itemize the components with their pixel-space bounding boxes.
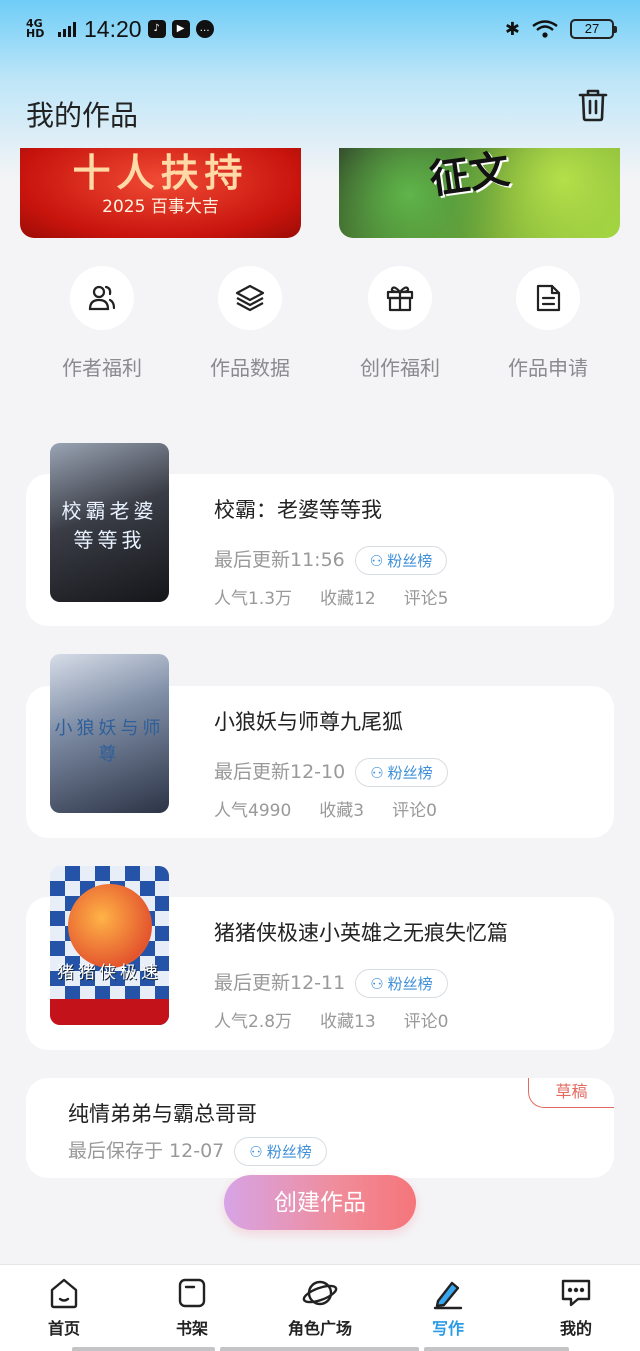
nav-label: 角色广场 [287,1319,352,1338]
work-updated-text: 最后更新12-11 [214,972,346,994]
bottom-navigation: 首页 书架 角色广场 写作 我的 [0,1264,640,1351]
layers-icon [218,266,282,330]
gesture-bar [220,1347,419,1351]
draft-tag: 草稿 [528,1078,614,1108]
nav-label: 写作 [431,1319,464,1338]
work-stats: 人气1.3万 收藏12 评论5 [214,584,477,609]
nav-item-bookshelf[interactable]: 书架 [128,1275,256,1339]
favorites: 收藏12 [320,589,376,609]
page-title: 我的作品 [26,99,139,132]
user-icon: ⚇ [370,763,384,782]
popularity: 人气1.3万 [214,589,293,609]
fan-rank-label: 粉丝榜 [387,764,433,782]
work-cover[interactable]: 小狼妖与师尊 [50,654,169,813]
chat-app-icon: … [195,20,214,38]
nav-item-character-square[interactable]: 角色广场 [256,1275,384,1339]
work-updated: 最后更新11:56 ⚇ 粉丝榜 [214,545,448,575]
fan-rank-button[interactable]: ⚇ 粉丝榜 [354,546,448,575]
quick-entry-work-data[interactable]: 作品数据 [190,266,310,381]
quick-entry-label: 创作福利 [360,356,440,380]
nav-label: 我的 [559,1319,592,1338]
nav-item-mine[interactable]: 我的 [512,1275,640,1339]
draft-card[interactable]: 草稿 纯情弟弟与霸总哥哥 最后保存于 12-07 ⚇ 粉丝榜 [26,1078,614,1178]
fan-rank-label: 粉丝榜 [387,552,433,570]
draft-title: 纯情弟弟与霸总哥哥 [68,1102,257,1126]
battery-icon: 27 [570,19,617,39]
quick-entry-label: 作品申请 [508,356,588,380]
document-icon [516,266,580,330]
banner-contest[interactable]: 征文 [339,148,620,238]
message-icon [558,1275,594,1311]
bluetooth-icon: ✱ [504,18,520,40]
planet-icon [302,1275,338,1311]
nav-label: 书架 [175,1319,208,1338]
popularity: 人气4990 [214,801,292,821]
cover-text: 猪猪侠极速 [57,963,162,983]
write-icon [430,1275,466,1311]
user-icon: ⚇ [249,1142,263,1161]
home-icon [46,1275,82,1311]
banner-carousel[interactable]: 十人扶持 2025 百事大吉 征文 [0,148,640,240]
nav-item-write[interactable]: 写作 [384,1275,512,1339]
fan-rank-button[interactable]: ⚇ 粉丝榜 [355,758,448,787]
draft-saved-text: 最后保存于 12-07 [68,1140,225,1162]
network-indicator: 4G HD [26,17,45,40]
quick-entry-label: 作品数据 [210,356,290,380]
cover-bottom-strip [50,999,169,1025]
quick-entry-author-benefits[interactable]: 作者福利 [42,266,162,381]
users-icon [70,266,134,330]
favorites: 收藏13 [320,1012,376,1032]
work-updated-text: 最后更新12-10 [214,761,346,783]
popularity: 人气2.8万 [214,1012,293,1032]
cover-character [68,884,152,968]
comments: 评论0 [392,801,437,821]
wifi-icon [532,20,558,38]
work-cover[interactable]: 校霸老婆等等我 [50,443,169,602]
cover-text: 校霸老婆等等我 [61,499,158,552]
work-stats: 人气4990 收藏3 评论0 [214,796,465,821]
fan-rank-label: 粉丝榜 [387,975,433,993]
signal-icon [58,21,76,37]
quick-entry-label: 作者福利 [62,356,142,380]
nav-label: 首页 [47,1319,80,1338]
work-title: 猪猪侠极速小英雄之无痕失忆篇 [214,921,508,945]
banner-main-text: 征文 [426,148,513,204]
gesture-bar [424,1347,569,1351]
video-app-icon: ▶ [171,20,190,38]
work-title: 小狼妖与师尊九尾狐 [214,710,403,734]
cover-text: 小狼妖与师尊 [54,718,165,765]
quick-entries: 作者福利 作品数据 创作福利 作品申请 [0,266,640,386]
work-updated-text: 最后更新11:56 [214,549,345,571]
fan-rank-label: 粉丝榜 [266,1143,312,1161]
banner-sub-text: 2025 百事大吉 [102,197,219,217]
bookshelf-icon [174,1275,210,1311]
comments: 评论0 [403,1012,449,1032]
status-bar: 4G HD 14:20 ♪ ▶ … ✱ 27 [0,0,640,58]
comments: 评论5 [403,589,449,609]
page-header: 我的作品 [0,84,640,140]
user-icon: ⚇ [370,974,384,993]
banner-main-text: 十人扶持 [72,151,249,195]
draft-saved: 最后保存于 12-07 ⚇ 粉丝榜 [68,1136,327,1166]
work-updated: 最后更新12-10 ⚇ 粉丝榜 [214,757,448,787]
fan-rank-button[interactable]: ⚇ 粉丝榜 [234,1137,327,1166]
favorites: 收藏3 [319,801,365,821]
user-icon: ⚇ [369,551,384,570]
fan-rank-button[interactable]: ⚇ 粉丝榜 [355,969,448,998]
gift-icon [368,266,432,330]
gesture-bar [72,1347,215,1351]
clock: 14:20 [84,15,142,42]
work-title: 校霸：老婆等等我 [214,498,382,522]
quick-entry-work-application[interactable]: 作品申请 [488,266,608,381]
work-stats: 人气2.8万 收藏13 评论0 [214,1007,477,1032]
create-work-button[interactable]: 创建作品 [224,1175,416,1230]
banner-red-promotion[interactable]: 十人扶持 2025 百事大吉 [20,148,301,238]
work-cover[interactable]: 猪猪侠极速 [50,866,169,1025]
quick-entry-creation-benefits[interactable]: 创作福利 [340,266,460,381]
trash-icon[interactable] [578,88,608,122]
tiktok-icon: ♪ [147,20,166,38]
work-updated: 最后更新12-11 ⚇ 粉丝榜 [214,968,448,998]
nav-item-home[interactable]: 首页 [0,1275,128,1339]
